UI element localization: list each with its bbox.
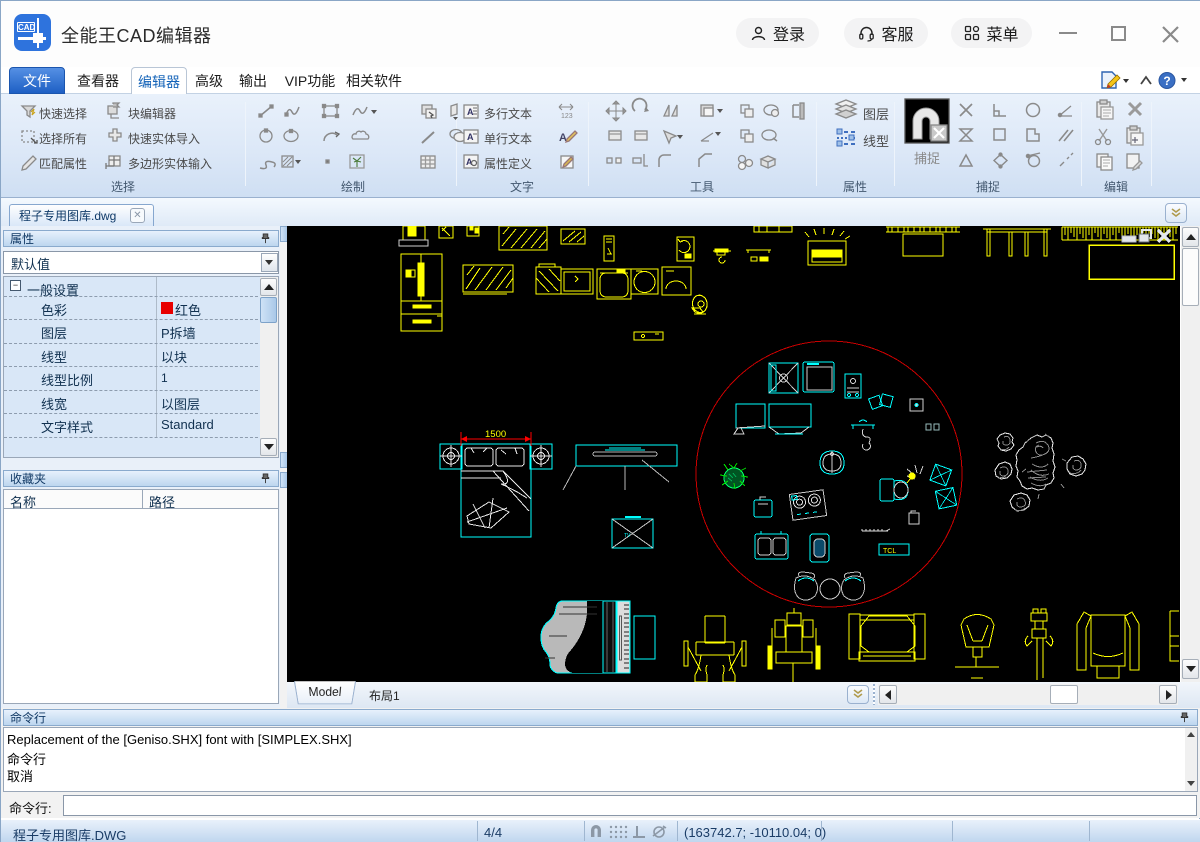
svg-text:A: A [467, 132, 474, 142]
svg-text:1500: 1500 [485, 429, 506, 440]
svg-text:TCL: TCL [883, 548, 896, 555]
svg-text:A: A [467, 107, 474, 117]
svg-text:123: 123 [561, 113, 573, 120]
svg-text:TV: TV [624, 533, 631, 539]
svg-text:?: ? [1163, 74, 1170, 88]
